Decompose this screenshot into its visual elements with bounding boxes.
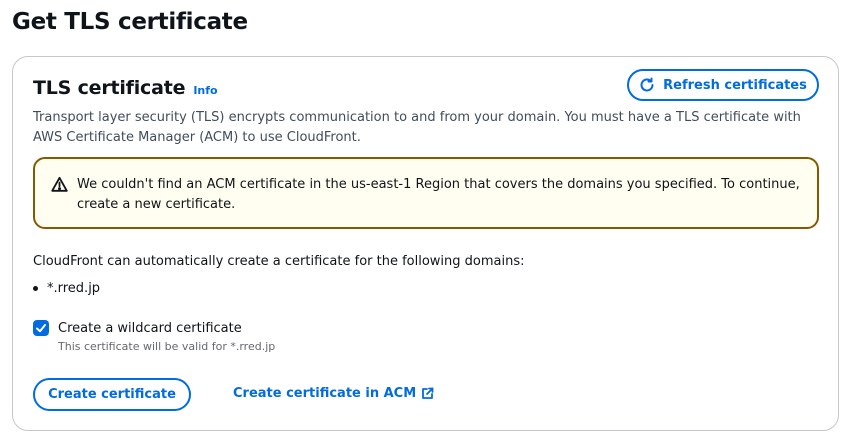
list-item: *.rred.jp (33, 281, 100, 296)
wildcard-checkbox[interactable] (33, 320, 49, 336)
page-title: Get TLS certificate (12, 9, 248, 35)
wildcard-checkbox-label[interactable]: Create a wildcard certificate (58, 321, 242, 336)
wildcard-description: This certificate will be valid for *.rre… (58, 340, 276, 353)
info-link[interactable]: Info (193, 84, 217, 97)
domain-list: *.rred.jp (33, 281, 100, 296)
acm-link-label: Create certificate in ACM (233, 386, 417, 401)
create-certificate-button[interactable]: Create certificate (33, 378, 191, 411)
wildcard-checkbox-row: Create a wildcard certificate (33, 320, 242, 336)
warning-message: We couldn't find an ACM certificate in t… (77, 177, 800, 212)
external-link-icon (421, 387, 434, 400)
checkmark-icon (36, 324, 46, 333)
warning-icon (51, 176, 68, 193)
auto-create-text: CloudFront can automatically create a ce… (33, 254, 525, 269)
domain-name: *.rred.jp (47, 281, 101, 296)
panel-title: TLS certificate (33, 77, 186, 99)
refresh-certificates-label: Refresh certificates (663, 77, 807, 93)
warning-alert: We couldn't find an ACM certificate in t… (33, 157, 819, 229)
bullet-icon (33, 286, 38, 291)
refresh-certificates-button[interactable]: Refresh certificates (627, 69, 819, 101)
panel-heading: TLS certificate Info (33, 77, 218, 99)
tls-certificate-panel: TLS certificate Info Refresh certificate… (12, 56, 839, 431)
refresh-icon (639, 77, 655, 93)
create-certificate-in-acm-link[interactable]: Create certificate in ACM (233, 386, 434, 401)
tls-description: Transport layer security (TLS) encrypts … (33, 110, 801, 145)
